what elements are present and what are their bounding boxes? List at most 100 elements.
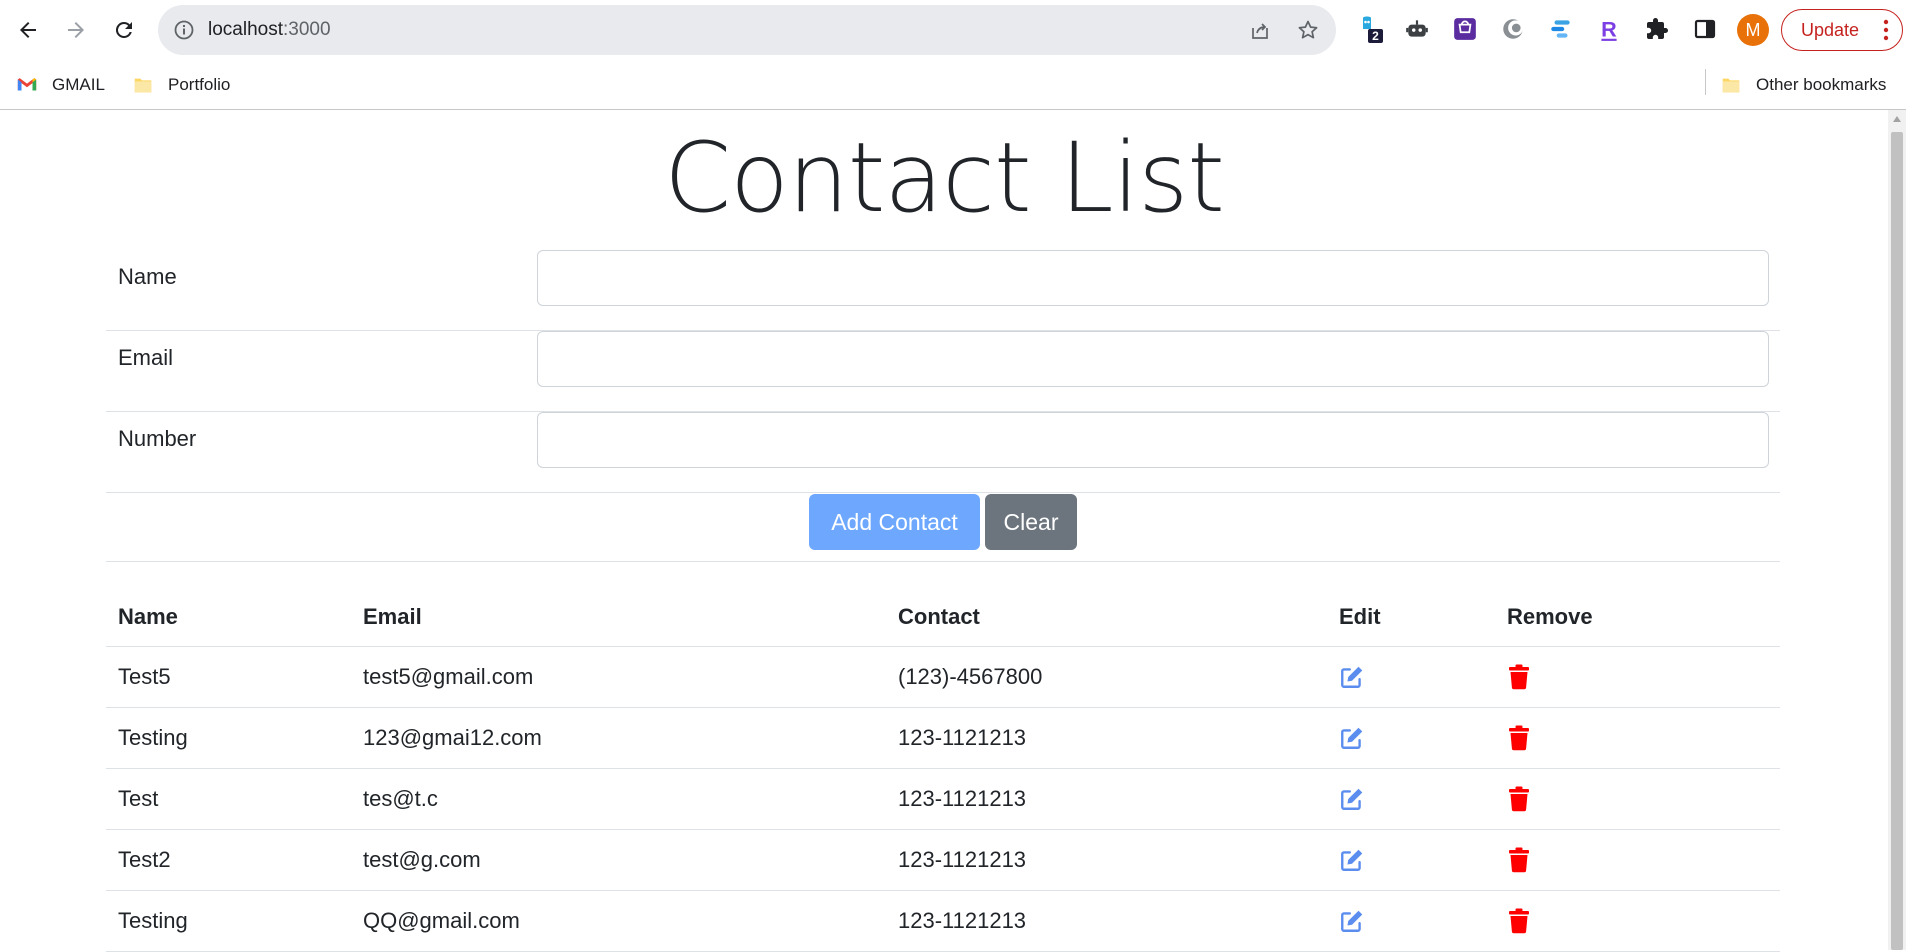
form-actions: Add Contact Clear bbox=[106, 481, 1780, 562]
header-edit: Edit bbox=[1327, 588, 1495, 647]
remove-cell bbox=[1495, 646, 1780, 708]
scroll-up-arrow[interactable] bbox=[1893, 116, 1901, 122]
table-row: Test2 test@g.com 123-1121213 bbox=[106, 829, 1780, 891]
edit-icon[interactable] bbox=[1339, 664, 1495, 690]
other-bookmarks-label: Other bookmarks bbox=[1756, 75, 1887, 94]
number-input[interactable] bbox=[537, 412, 1769, 468]
reload-icon bbox=[115, 21, 132, 38]
row-name: Testing bbox=[106, 707, 351, 769]
email-label: Email bbox=[118, 345, 174, 370]
stripes-extension-icon[interactable] bbox=[1546, 14, 1576, 44]
row-email: 123@gmai12.com bbox=[351, 707, 886, 769]
edit-icon[interactable] bbox=[1339, 786, 1495, 812]
edit-cell bbox=[1327, 829, 1495, 891]
svg-text:R: R bbox=[1601, 17, 1617, 42]
trash-icon[interactable] bbox=[1507, 786, 1780, 812]
scroll-thumb[interactable] bbox=[1891, 132, 1903, 950]
back-arrow-icon bbox=[20, 22, 36, 38]
trash-icon[interactable] bbox=[1507, 725, 1780, 751]
back-button[interactable] bbox=[12, 14, 44, 46]
add-contact-button[interactable]: Add Contact bbox=[809, 494, 980, 550]
remove-cell bbox=[1495, 768, 1780, 830]
bookmark-gmail-label: GMAIL bbox=[52, 75, 105, 94]
page-content: Contact List Name Email Number Add Conta… bbox=[0, 112, 1888, 952]
row-contact: 123-1121213 bbox=[886, 890, 1327, 952]
row-email: test@g.com bbox=[351, 829, 886, 891]
email-input[interactable] bbox=[537, 331, 1769, 387]
row-email: QQ@gmail.com bbox=[351, 890, 886, 952]
share-icon[interactable] bbox=[1248, 18, 1272, 42]
number-label: Number bbox=[118, 426, 197, 451]
edit-cell bbox=[1327, 707, 1495, 769]
row-contact: 123-1121213 bbox=[886, 829, 1327, 891]
form-row-email: Email bbox=[106, 331, 1780, 412]
row-name: Test2 bbox=[106, 829, 351, 891]
extension-badge: 2 bbox=[1372, 29, 1379, 43]
r-extension-icon[interactable]: R bbox=[1594, 14, 1624, 44]
update-label: Update bbox=[1801, 19, 1860, 40]
row-email: tes@t.c bbox=[351, 768, 886, 830]
reload-button[interactable] bbox=[108, 14, 140, 46]
url-port: :3000 bbox=[283, 19, 331, 40]
remove-cell bbox=[1495, 707, 1780, 769]
page-scrollbar[interactable] bbox=[1888, 110, 1906, 950]
ghost-extension-icon[interactable]: 2 bbox=[1356, 14, 1386, 44]
url-host: localhost bbox=[208, 19, 283, 40]
folder-icon bbox=[134, 78, 152, 93]
edit-icon[interactable] bbox=[1339, 725, 1495, 751]
address-bar[interactable]: localhost:3000 bbox=[158, 5, 1336, 55]
page-title: Contact List bbox=[664, 122, 1225, 234]
bookmarks-bar: GMAIL Portfolio Other bookmarks bbox=[0, 60, 1906, 110]
table-row: Test tes@t.c 123-1121213 bbox=[106, 768, 1780, 830]
edit-icon[interactable] bbox=[1339, 847, 1495, 873]
header-name: Name bbox=[106, 588, 351, 647]
remove-cell bbox=[1495, 890, 1780, 952]
bookmark-portfolio-label: Portfolio bbox=[168, 75, 231, 94]
extensions-puzzle-icon[interactable] bbox=[1642, 14, 1672, 44]
site-info-icon[interactable] bbox=[172, 18, 196, 42]
table-row: Testing 123@gmai12.com 123-1121213 bbox=[106, 707, 1780, 769]
url-text: localhost:3000 bbox=[208, 19, 331, 41]
header-email: Email bbox=[351, 588, 886, 647]
edit-cell bbox=[1327, 768, 1495, 830]
trash-icon[interactable] bbox=[1507, 908, 1780, 934]
row-name: Test bbox=[106, 768, 351, 830]
form-row-name: Name bbox=[106, 250, 1780, 331]
name-label: Name bbox=[118, 264, 177, 289]
profile-avatar[interactable]: M bbox=[1737, 14, 1769, 46]
update-button[interactable]: Update bbox=[1781, 9, 1903, 51]
row-email: test5@gmail.com bbox=[351, 646, 886, 708]
bookmark-gmail[interactable]: GMAIL bbox=[16, 72, 105, 98]
name-input[interactable] bbox=[537, 250, 1769, 306]
row-contact: 123-1121213 bbox=[886, 768, 1327, 830]
more-menu-icon[interactable] bbox=[1883, 18, 1889, 42]
browser-toolbar: localhost:3000 2 R M Update bbox=[0, 0, 1906, 60]
trash-icon[interactable] bbox=[1507, 847, 1780, 873]
crescent-extension-icon[interactable] bbox=[1498, 14, 1528, 44]
remove-cell bbox=[1495, 829, 1780, 891]
header-contact: Contact bbox=[886, 588, 1327, 647]
gmail-icon bbox=[17, 78, 37, 91]
row-contact: (123)-4567800 bbox=[886, 646, 1327, 708]
table-header-row: Name Email Contact Edit Remove bbox=[106, 588, 1780, 647]
edit-cell bbox=[1327, 890, 1495, 952]
edit-cell bbox=[1327, 646, 1495, 708]
table-row: Test5 test5@gmail.com (123)-4567800 bbox=[106, 646, 1780, 708]
side-panel-icon[interactable] bbox=[1690, 14, 1720, 44]
forward-arrow-icon bbox=[68, 22, 84, 38]
contacts-table: Name Email Contact Edit Remove Test5 test… bbox=[106, 588, 1780, 952]
robot-extension-icon[interactable] bbox=[1402, 14, 1432, 44]
folder-icon bbox=[1722, 78, 1740, 93]
edit-icon[interactable] bbox=[1339, 908, 1495, 934]
trash-icon[interactable] bbox=[1507, 664, 1780, 690]
clear-button[interactable]: Clear bbox=[985, 494, 1077, 550]
forward-button[interactable] bbox=[60, 14, 92, 46]
shopping-extension-icon[interactable] bbox=[1450, 14, 1480, 44]
bookmark-portfolio[interactable]: Portfolio bbox=[132, 72, 230, 98]
header-remove: Remove bbox=[1495, 588, 1780, 647]
bookmark-star-icon[interactable] bbox=[1296, 18, 1320, 42]
row-contact: 123-1121213 bbox=[886, 707, 1327, 769]
table-row: Testing QQ@gmail.com 123-1121213 bbox=[106, 890, 1780, 952]
other-bookmarks[interactable]: Other bookmarks bbox=[1720, 72, 1886, 98]
row-name: Testing bbox=[106, 890, 351, 952]
